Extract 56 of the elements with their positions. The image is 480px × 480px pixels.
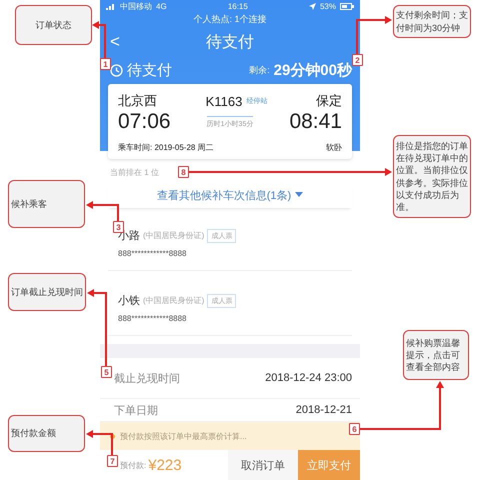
page-title: 待支付 xyxy=(206,32,254,52)
travel-date: 乘车时间: 2019-05-28 周二 xyxy=(118,142,214,153)
callout-note: 排位是指您的订单在待兑现订单中的位置。当前排位仅供参考。实际排位以支付成功后为准。 xyxy=(393,135,471,218)
step-marker: 7 xyxy=(107,455,118,467)
back-button[interactable]: < xyxy=(110,32,120,52)
callout-note: 订单状态 xyxy=(15,5,92,45)
detail-label: 截止兑现时间 xyxy=(114,372,180,386)
step-marker: 5 xyxy=(101,366,112,378)
id-number: 888************8888 xyxy=(118,249,188,258)
seat-type: 软卧 xyxy=(326,142,342,153)
pay-now-button[interactable]: 立即支付 xyxy=(298,450,360,480)
id-type: (中国居民身份证) xyxy=(143,295,204,306)
connector-arrow xyxy=(86,430,113,455)
callout-note: 订单截止兑现时间 xyxy=(8,273,86,311)
connector-arrow xyxy=(356,16,392,54)
tip-text: 预付款按照该订单中最高票价计算... xyxy=(120,430,247,442)
battery-icon xyxy=(340,3,354,10)
other-trains-link[interactable]: 查看其他候补车次信息(1条) xyxy=(108,182,352,208)
step-marker: 1 xyxy=(100,58,111,70)
id-type: (中国居民身份证) xyxy=(143,230,204,241)
hotspot-status: 个人热点: 1个连接 xyxy=(193,14,266,24)
passenger-name: 小铁 xyxy=(118,294,140,308)
step-marker: 6 xyxy=(349,423,360,435)
clock-time: 16:15 xyxy=(228,2,248,11)
callout-note: 候补乘客 xyxy=(8,180,85,228)
caret-icon xyxy=(295,192,304,198)
amount-value: ¥223 xyxy=(148,456,182,474)
remaining-label: 剩余: xyxy=(249,64,270,76)
carrier-name: 中国移动 xyxy=(120,1,152,12)
departure-time: 07:06 xyxy=(118,110,171,134)
callout-note: 预付款金额 xyxy=(8,415,85,452)
callout-note: 候补购票温馨提示，点击可查看全部内容 xyxy=(403,330,469,380)
detail-label: 下单日期 xyxy=(114,404,158,418)
connector-arrow xyxy=(86,201,119,221)
order-status: 待支付 xyxy=(127,60,172,80)
clock-icon xyxy=(110,64,123,76)
battery-percent: 53% xyxy=(320,2,336,11)
step-marker: 3 xyxy=(113,221,124,233)
detail-value: 2018-12-24 23:00 xyxy=(265,372,352,384)
amount-label: 预付款: xyxy=(120,460,146,470)
arrival-time: 08:41 xyxy=(289,110,342,134)
queue-position: 当前排在 1 位 xyxy=(110,168,159,177)
departure-station: 北京西 xyxy=(118,92,157,110)
remaining-time: 29分钟00秒 xyxy=(274,60,352,80)
arrival-station: 保定 xyxy=(316,92,342,110)
network-type: 4G xyxy=(156,2,167,11)
signal-icon xyxy=(106,3,116,10)
location-icon xyxy=(308,3,316,10)
detail-value: 2018-12-21 xyxy=(296,404,352,416)
id-number: 888************8888 xyxy=(118,314,188,323)
callout-note: 支付剩余时间；支付时间为30分钟 xyxy=(393,5,471,38)
step-marker: 8 xyxy=(178,166,189,178)
step-marker: 2 xyxy=(352,54,363,66)
cancel-order-button[interactable]: 取消订单 xyxy=(228,450,298,480)
connector-arrow xyxy=(92,21,106,58)
train-number: K1163 xyxy=(206,94,242,108)
